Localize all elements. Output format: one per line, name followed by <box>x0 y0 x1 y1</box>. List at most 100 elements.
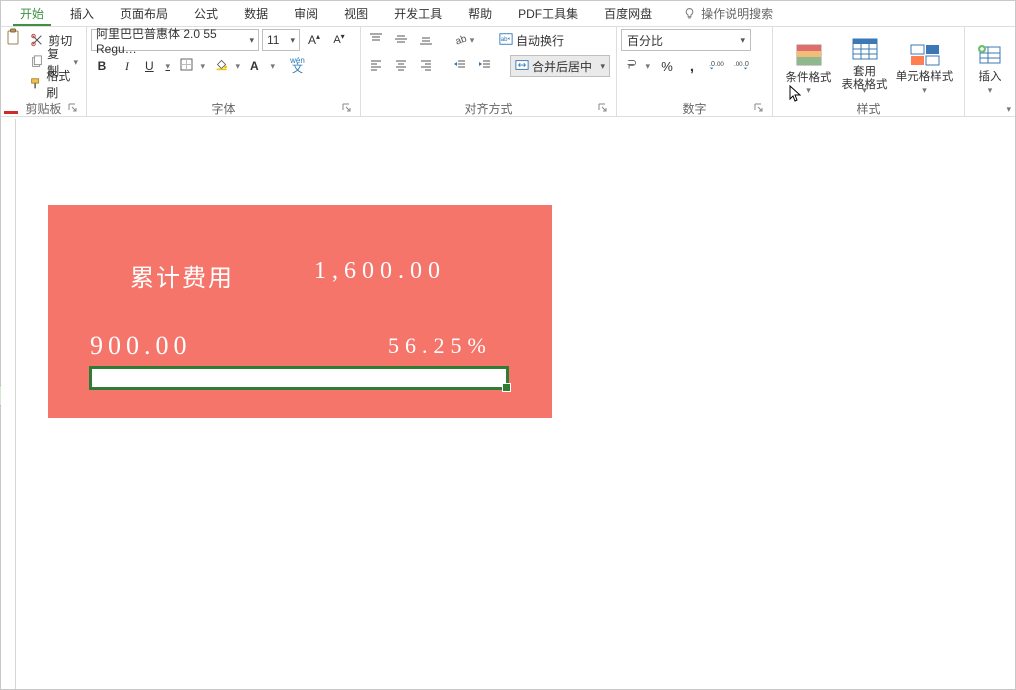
accounting-format-button[interactable]: ▾ <box>621 55 653 77</box>
orientation-icon: ab <box>454 32 468 49</box>
scissors-icon <box>29 32 45 48</box>
chevron-down-icon: ▾ <box>235 61 240 72</box>
increase-font-button[interactable]: A▴ <box>303 29 325 51</box>
font-family-value: 阿里巴巴普惠体 2.0 55 Regu… <box>96 25 249 56</box>
decrease-indent-icon <box>453 58 467 75</box>
font-family-select[interactable]: 阿里巴巴普惠体 2.0 55 Regu… ▾ <box>91 29 259 51</box>
kpi-card: 累计费用 1,600.00 900.00 56.25% <box>48 205 552 418</box>
align-middle-button[interactable] <box>390 29 412 51</box>
paste-button[interactable] <box>5 29 21 45</box>
format-as-table-button[interactable]: 套用 表格格式 ▾ <box>837 29 893 99</box>
borders-button[interactable]: ▾ <box>176 55 208 77</box>
dialog-launcher-icon[interactable] <box>342 103 354 115</box>
tab-formulas[interactable]: 公式 <box>181 1 231 26</box>
underline-button[interactable]: U▾ <box>141 55 173 77</box>
chevron-down-icon: ▾ <box>645 61 650 72</box>
dialog-launcher-icon[interactable] <box>598 103 610 115</box>
align-top-button[interactable] <box>365 29 387 51</box>
worksheet-area[interactable]: 累计费用 1,600.00 900.00 56.25% <box>1 119 1015 689</box>
align-right-button[interactable] <box>415 55 437 77</box>
dialog-launcher-icon[interactable] <box>754 103 766 115</box>
tab-help[interactable]: 帮助 <box>455 1 505 26</box>
phonetic-guide-button[interactable]: wén 文 ▾ <box>281 55 311 77</box>
number-format-select[interactable]: 百分比 ▾ <box>621 29 751 51</box>
chevron-down-icon: ▾ <box>73 57 78 68</box>
font-color-icon: A <box>250 59 259 73</box>
currency-icon <box>625 58 638 74</box>
tab-insert[interactable]: 插入 <box>57 1 107 26</box>
increase-font-icon: A▴ <box>308 33 320 47</box>
merge-center-button[interactable]: 合并后居中 ▾ <box>510 55 610 77</box>
font-size-select[interactable]: 11 ▾ <box>262 29 300 51</box>
paint-bucket-icon <box>215 58 228 74</box>
svg-text:.0: .0 <box>743 60 749 68</box>
group-alignment: ab▾ ab 自动换行 合并后居中 ▾ <box>361 27 617 116</box>
align-bottom-button[interactable] <box>415 29 437 51</box>
tab-data[interactable]: 数据 <box>231 1 281 26</box>
row-headers[interactable] <box>1 119 15 689</box>
increase-decimal-icon: .0.00 <box>709 58 725 74</box>
wrap-text-button[interactable]: ab 自动换行 <box>495 29 591 51</box>
chevron-down-icon: ▾ <box>290 35 295 46</box>
tab-baidu-netdisk[interactable]: 百度网盘 <box>591 1 665 26</box>
align-middle-icon <box>394 32 408 49</box>
group-label-font: 字体 <box>91 100 356 116</box>
cell-styles-button[interactable]: 单元格样式 ▾ <box>893 29 957 99</box>
conditional-formatting-label: 条件格式 <box>786 72 832 85</box>
decrease-font-button[interactable]: A▾ <box>328 29 350 51</box>
dialog-launcher-icon[interactable] <box>68 103 80 115</box>
font-color-swatch <box>4 111 18 114</box>
group-label-alignment: 对齐方式 <box>365 100 612 116</box>
align-center-button[interactable] <box>390 55 412 77</box>
group-number: 百分比 ▾ ▾ % , .0.00 .00.0 数字 <box>617 27 773 116</box>
group-label-insert <box>969 100 1011 116</box>
bold-label: B <box>98 59 107 73</box>
comma-icon: , <box>690 58 694 75</box>
tab-view[interactable]: 视图 <box>331 1 381 26</box>
increase-indent-button[interactable] <box>474 55 496 77</box>
font-size-value: 11 <box>267 33 279 47</box>
decrease-decimal-button[interactable]: .00.0 <box>731 55 753 77</box>
align-left-button[interactable] <box>365 55 387 77</box>
insert-cells-button[interactable]: 插入 ▾ <box>970 29 1010 99</box>
font-color-button[interactable]: A ▾ <box>246 55 278 77</box>
tab-developer[interactable]: 开发工具 <box>381 1 455 26</box>
tab-review[interactable]: 审阅 <box>281 1 331 26</box>
group-styles: 条件格式 ▾ 套用 表格格式 ▾ 单元格样式 ▾ <box>773 27 965 116</box>
grid-area[interactable]: 累计费用 1,600.00 900.00 56.25% <box>15 119 1015 689</box>
fill-color-button[interactable]: ▾ <box>211 55 243 77</box>
lightbulb-icon <box>683 7 696 20</box>
format-painter-button[interactable]: 格式刷 <box>25 73 82 95</box>
chevron-down-icon: ▾ <box>470 35 475 46</box>
chevron-down-icon: ▾ <box>200 61 205 72</box>
format-as-table-icon <box>851 37 879 64</box>
chevron-down-icon: ▾ <box>165 61 170 72</box>
align-left-icon <box>369 58 383 75</box>
svg-text:.00: .00 <box>734 61 743 68</box>
svg-text:.0: .0 <box>709 60 715 68</box>
group-font: 阿里巴巴普惠体 2.0 55 Regu… ▾ 11 ▾ A▴ A▾ B I U▾ <box>87 27 361 116</box>
cell-styles-icon <box>910 44 940 69</box>
cell-styles-label: 单元格样式 <box>896 71 954 84</box>
increase-decimal-button[interactable]: .0.00 <box>706 55 728 77</box>
tab-pdf-tools[interactable]: PDF工具集 <box>505 1 591 26</box>
percent-style-button[interactable]: % <box>656 55 678 77</box>
tab-home[interactable]: 开始 <box>7 1 57 26</box>
conditional-formatting-button[interactable]: 条件格式 ▾ <box>781 29 837 99</box>
increase-indent-icon <box>478 58 492 75</box>
decrease-indent-button[interactable] <box>449 55 471 77</box>
brush-icon <box>29 76 43 92</box>
orientation-button[interactable]: ab▾ <box>449 29 479 51</box>
chevron-down-icon: ▾ <box>922 85 927 96</box>
italic-button[interactable]: I <box>116 55 138 77</box>
svg-text:ab: ab <box>454 33 469 47</box>
bold-button[interactable]: B <box>91 55 113 77</box>
tab-page-layout[interactable]: 页面布局 <box>107 1 181 26</box>
comma-style-button[interactable]: , <box>681 55 703 77</box>
group-insert-partial: 插入 ▾ <box>965 27 1015 116</box>
tell-me-search[interactable]: 操作说明搜索 <box>683 5 773 22</box>
chevron-down-icon: ▾ <box>249 35 254 46</box>
active-cell-selection[interactable] <box>89 366 509 390</box>
kpi-percent: 56.25% <box>388 333 492 359</box>
row-header-selected[interactable] <box>0 385 1 406</box>
